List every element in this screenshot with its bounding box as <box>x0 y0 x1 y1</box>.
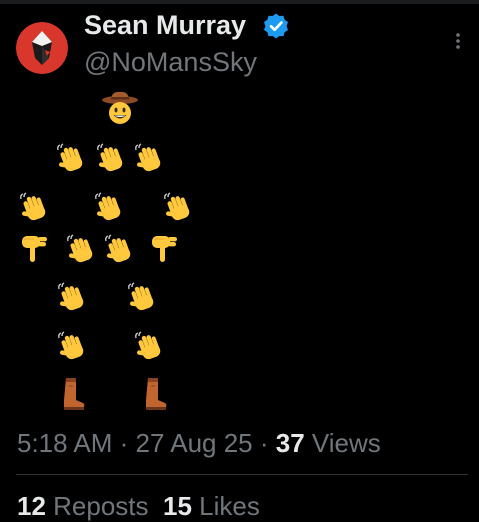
views-label: Views <box>304 428 381 458</box>
pointing-down-hand-icon <box>150 233 180 265</box>
likes-count[interactable]: 15 <box>163 491 192 521</box>
waving-hand-icon <box>56 280 90 314</box>
boot-icon <box>58 376 86 412</box>
views-count[interactable]: 37 <box>276 428 305 458</box>
waving-hand-icon <box>133 141 167 175</box>
more-vertical-icon <box>456 33 460 49</box>
tweet-metadata: 5:18 AM · 27 Aug 25 · 37 Views <box>17 427 381 459</box>
separator: · <box>112 428 136 458</box>
avatar[interactable] <box>16 22 68 74</box>
reposts-count[interactable]: 12 <box>17 491 46 521</box>
top-divider <box>0 0 479 4</box>
no-mans-sky-logo-icon <box>16 22 68 74</box>
engagement-stats: 12 Reposts 15 Likes <box>17 490 260 522</box>
waving-hand-icon <box>18 190 52 224</box>
pointing-down-hand-icon <box>20 233 50 265</box>
tweet-date[interactable]: 27 Aug 25 <box>136 428 253 458</box>
tweet-time[interactable]: 5:18 AM <box>17 428 112 458</box>
verified-badge-icon <box>262 12 290 40</box>
waving-hand-icon <box>162 190 196 224</box>
cowboy-hat-face-icon <box>101 89 139 127</box>
waving-hand-icon <box>103 232 137 266</box>
more-options-button[interactable] <box>448 30 468 52</box>
waving-hand-icon <box>56 329 90 363</box>
waving-hand-icon <box>133 329 167 363</box>
display-name[interactable]: Sean Murray <box>84 9 246 41</box>
reposts-label[interactable]: Reposts <box>46 491 148 521</box>
waving-hand-icon <box>55 141 89 175</box>
user-handle[interactable]: @NoMansSky <box>84 46 257 78</box>
waving-hand-icon <box>126 280 160 314</box>
waving-hand-icon <box>95 141 129 175</box>
likes-label[interactable]: Likes <box>192 491 260 521</box>
separator: · <box>252 428 276 458</box>
waving-hand-icon <box>93 190 127 224</box>
waving-hand-icon <box>65 232 99 266</box>
boot-icon <box>140 376 168 412</box>
divider <box>16 474 468 475</box>
